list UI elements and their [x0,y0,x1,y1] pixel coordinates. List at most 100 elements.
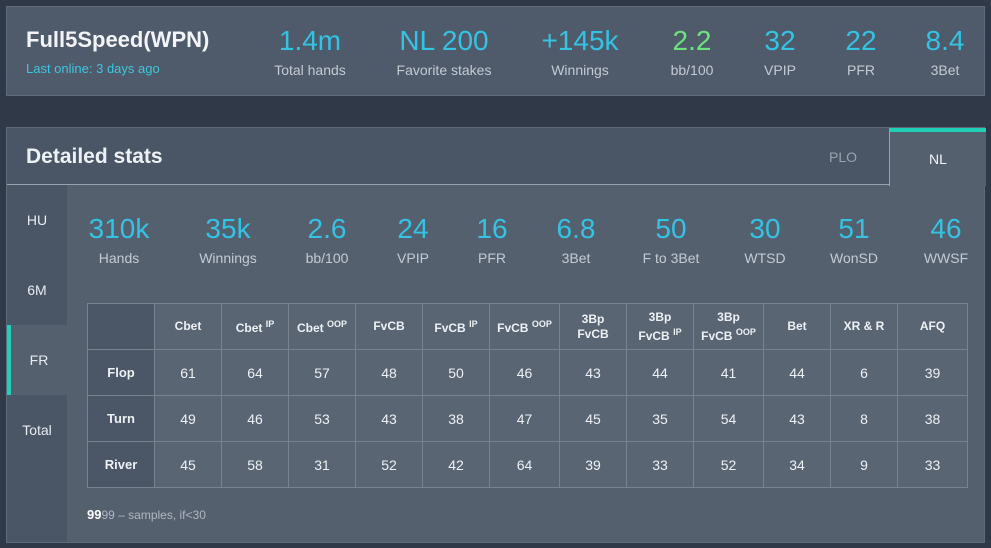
column-header-position: OOP [735,326,756,337]
table-header-row: Cbet Cbet IP Cbet OOP FvCB FvCB IP FvCB OOP 3B… [87,303,968,350]
side-tab-6m[interactable]: 6M [7,255,67,325]
column-header-label: FvCB [434,321,466,335]
samples-footnote: 9999 – samples, if<30 [87,507,206,522]
stat-label: Total hands [274,62,346,78]
dstat-vpip: 24 VPIP [368,213,458,266]
stat-3bet: 8.4 3Bet [920,25,970,78]
table-cell: 39 [897,349,968,396]
table-cell: 44 [763,349,831,396]
table-cell: 50 [422,349,490,396]
dstat-wwsf: 46 WWSF [901,213,991,266]
dstat-hands: 310k Hands [74,213,164,266]
table-cell: 43 [763,395,831,442]
side-tab-total[interactable]: Total [7,395,67,465]
stat-label: F to 3Bet [642,250,700,266]
column-header: Cbet OOP [288,303,356,350]
column-header-label: FvCB [577,326,609,341]
table-cell: 34 [763,441,831,488]
stat-value: 1.4m [278,25,342,56]
player-header: Full5Speed(WPN) Last online: 3 days ago … [6,6,985,96]
stat-winnings: +145k Winnings [535,25,625,78]
dstat-bb100: 2.6 bb/100 [282,213,372,266]
dstat-wonsd: 51 WonSD [809,213,899,266]
column-header-position: IP [469,319,478,329]
stat-value: 310k [88,213,150,244]
table-cell: 61 [154,349,222,396]
stat-label: PFR [478,250,506,266]
dstat-f-to-3bet: 50 F to 3Bet [626,213,716,266]
footnote-text: 99 – samples, if<30 [101,508,206,522]
stat-label: 3Bet [561,250,591,266]
column-header: Bet [763,303,831,350]
column-header: Cbet IP [221,303,289,350]
stat-label: VPIP [764,62,796,78]
panel-title: Detailed stats [26,145,163,168]
stat-total-hands: 1.4m Total hands [270,25,350,78]
stat-label: 3Bet [930,62,960,78]
table-cell: 38 [897,395,968,442]
row-label: Turn [87,395,155,442]
side-tab-fr[interactable]: FR [7,325,67,395]
table-cell: 64 [489,441,560,488]
table-cell: 52 [355,441,423,488]
column-header-prefix: 3Bp [717,309,740,324]
column-header-position: IP [265,319,275,329]
row-label: River [87,441,155,488]
column-header-label: FvCB [497,321,529,335]
stat-value: 32 [764,25,796,56]
column-header: 3Bp FvCB [559,303,627,350]
table-cell: 39 [559,441,627,488]
stat-bb100: 2.2 bb/100 [662,25,722,78]
table-cell: 48 [355,349,423,396]
table-cell: 57 [288,349,356,396]
table-cell: 44 [626,349,694,396]
column-header-label: AFQ [919,319,946,333]
street-stats-table: Cbet Cbet IP Cbet OOP FvCB FvCB IP FvCB OOP 3B… [87,303,968,488]
side-tab-hu[interactable]: HU [7,185,67,255]
stat-label: PFR [847,62,875,78]
stat-value: 50 [655,213,687,244]
dstat-winnings: 35k Winnings [183,213,273,266]
stat-value: 51 [838,213,870,244]
table-cell: 31 [288,441,356,488]
table-cell: 43 [559,349,627,396]
tab-nl[interactable]: NL [889,128,986,186]
table-cell: 52 [693,441,764,488]
stat-label: Winnings [199,250,257,266]
stat-label: WTSD [744,250,786,266]
dstat-wtsd: 30 WTSD [720,213,810,266]
table-cell: 42 [422,441,490,488]
row-label: Flop [87,349,155,396]
stat-label: WWSF [923,250,969,266]
table-row: Flop 61 64 57 48 50 46 43 44 41 44 6 39 [87,349,968,396]
stat-value: 6.8 [556,213,596,244]
stat-pfr: 22 PFR [836,25,886,78]
detailed-stats-panel: Detailed stats PLO NL HU 6M FR Total 310… [6,127,986,543]
column-header: 3Bp FvCB OOP [693,303,764,350]
table-cell: 41 [693,349,764,396]
column-header: FvCB [355,303,423,350]
stat-label: WonSD [830,250,878,266]
stat-value: 24 [397,213,429,244]
dstat-3bet: 6.8 3Bet [531,213,621,266]
stat-vpip: 32 VPIP [755,25,805,78]
stat-value: 35k [205,213,251,244]
column-header: Cbet [154,303,222,350]
stat-value: 46 [930,213,962,244]
stat-value: NL 200 [399,25,489,56]
table-size-tabs: HU 6M FR Total [7,185,67,542]
stat-label: Hands [98,250,140,266]
column-header-position: IP [673,326,682,337]
stat-value: 16 [476,213,508,244]
stat-value: +145k [541,25,619,56]
table-cell: 38 [422,395,490,442]
stat-value: 22 [845,25,877,56]
column-header-position: OOP [327,319,348,329]
stat-value: 2.2 [672,25,712,56]
table-cell: 49 [154,395,222,442]
tab-plo[interactable]: PLO [797,128,889,185]
column-header-prefix: 3Bp [648,309,672,324]
column-header-label: Cbet [235,321,263,335]
stat-value: 8.4 [925,25,965,56]
table-cell: 58 [221,441,289,488]
